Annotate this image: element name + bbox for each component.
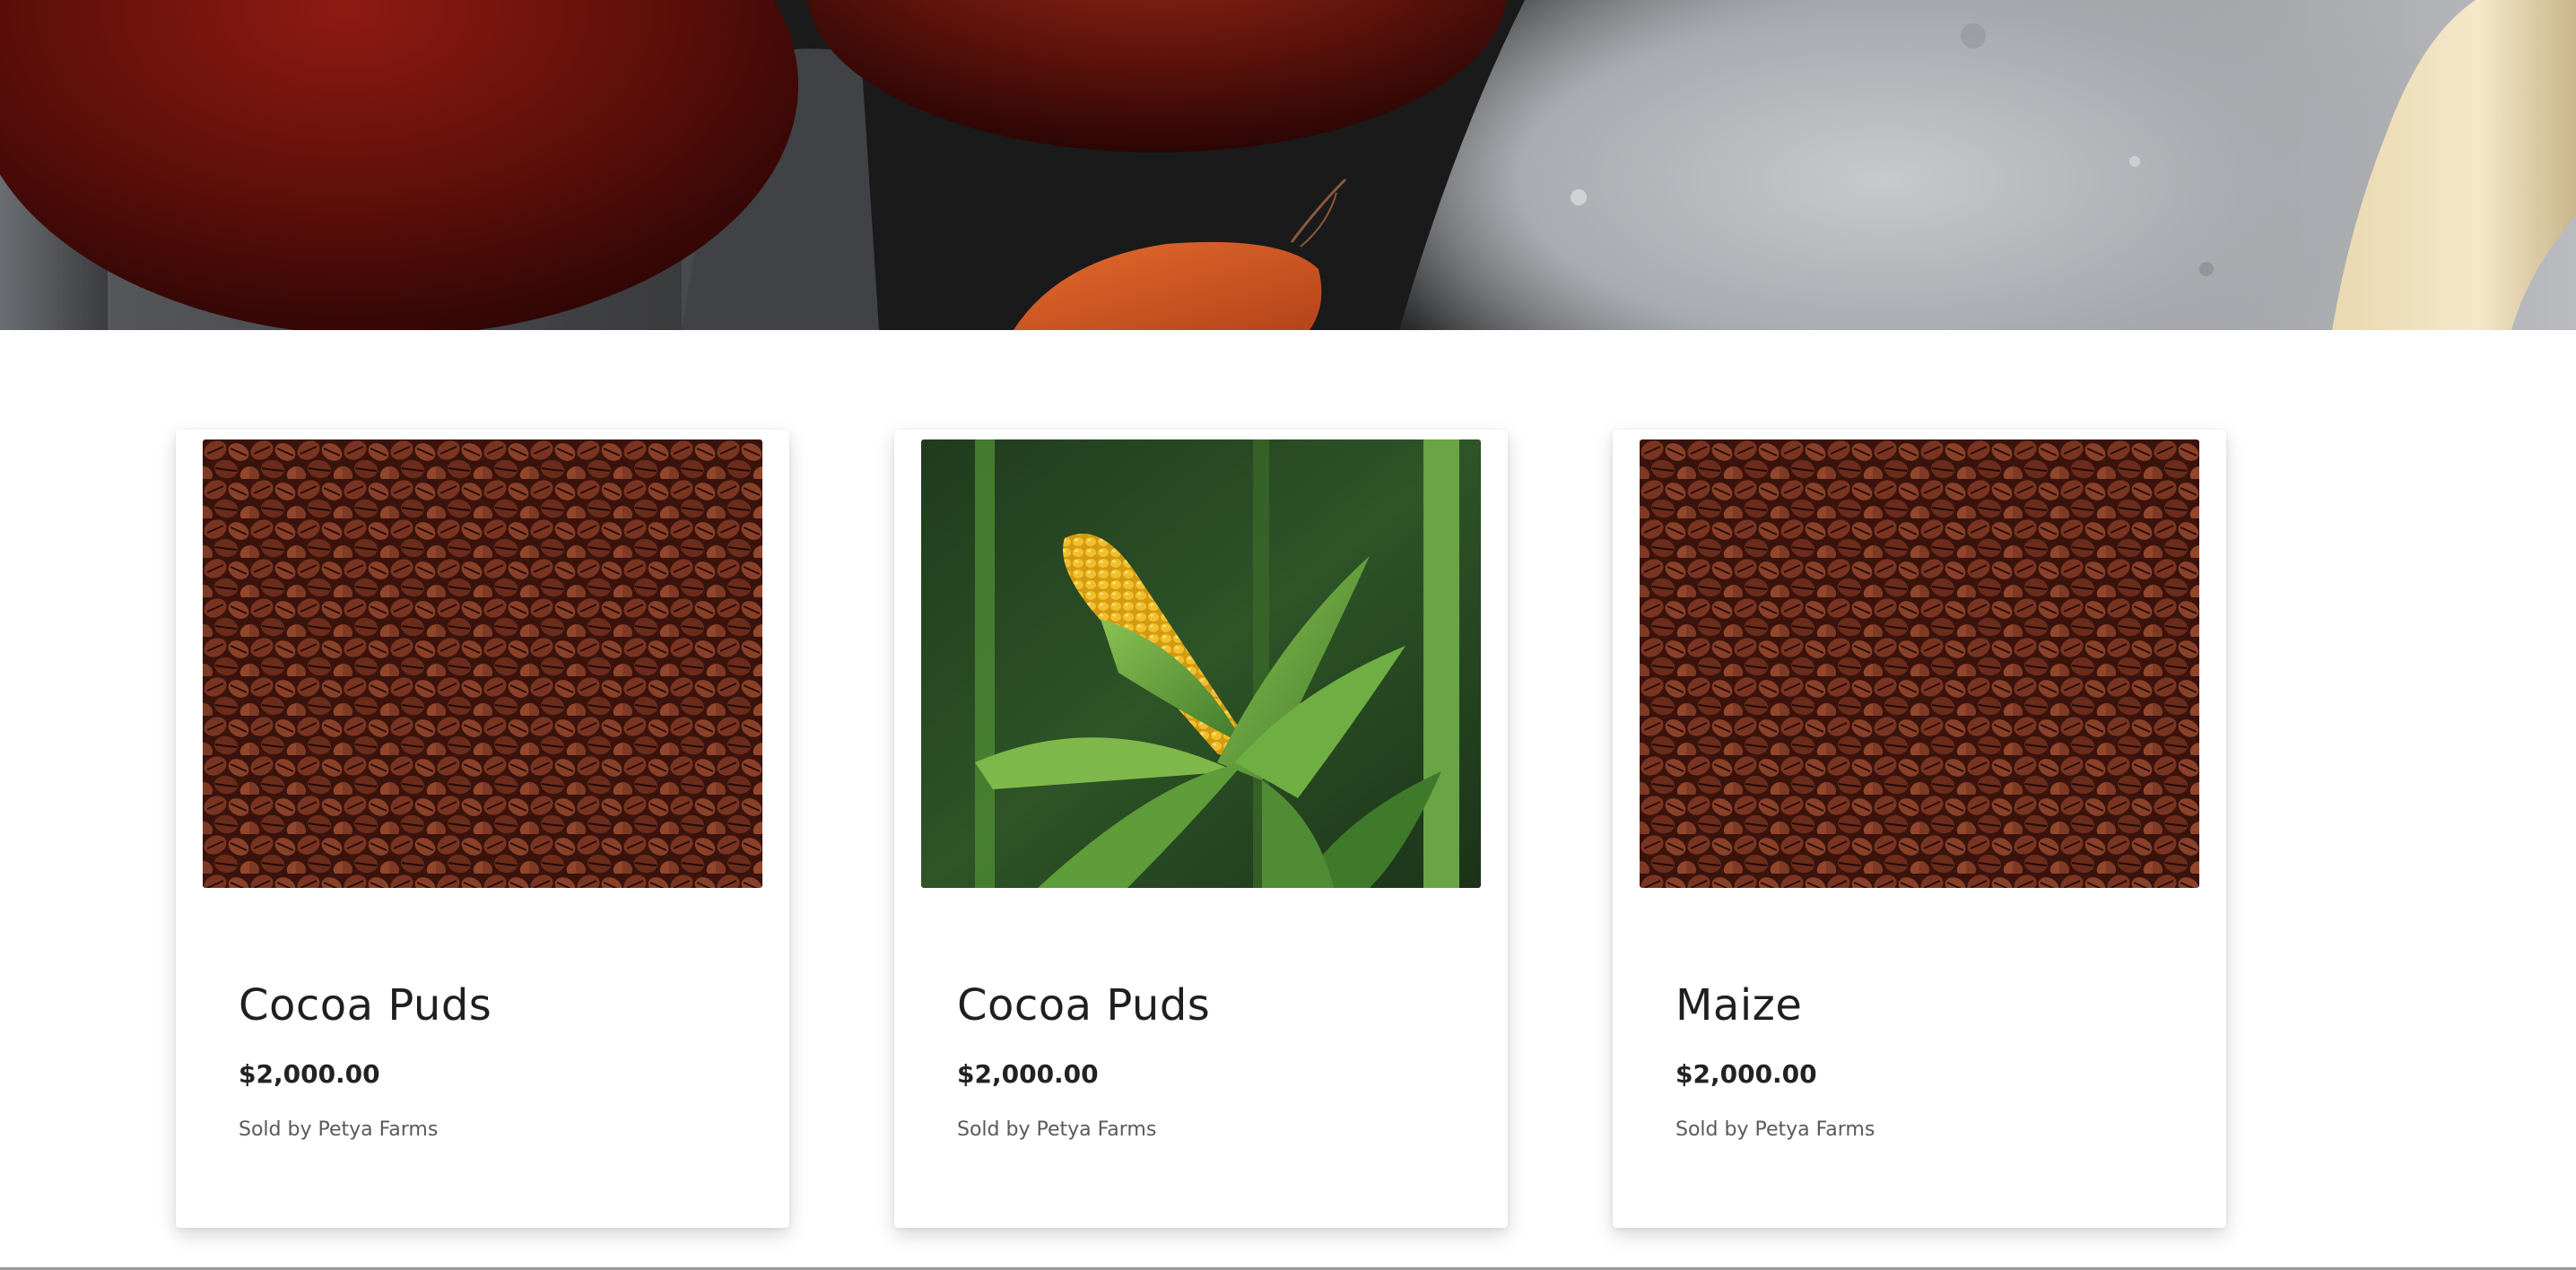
product-price: $2,000.00 bbox=[1675, 1059, 1817, 1089]
product-card[interactable]: Cocoa Puds $2,000.00 Sold by Petya Farms bbox=[894, 430, 1508, 1228]
product-listing-page: Cocoa Puds $2,000.00 Sold by Petya Farms bbox=[0, 0, 2576, 1270]
product-title[interactable]: Maize bbox=[1675, 980, 1802, 1031]
product-card[interactable]: Cocoa Puds $2,000.00 Sold by Petya Farms bbox=[176, 430, 789, 1228]
hero-banner-image bbox=[0, 0, 2576, 330]
coffee-beans-image[interactable] bbox=[203, 439, 762, 888]
product-seller: Sold by Petya Farms bbox=[239, 1118, 439, 1141]
product-seller: Sold by Petya Farms bbox=[1675, 1118, 1875, 1141]
product-title[interactable]: Cocoa Puds bbox=[957, 980, 1210, 1031]
product-card[interactable]: Maize $2,000.00 Sold by Petya Farms bbox=[1613, 430, 2226, 1228]
coffee-beans-photo bbox=[1640, 439, 2199, 888]
hero-vegetables-illustration bbox=[0, 0, 2576, 330]
product-price: $2,000.00 bbox=[239, 1059, 380, 1089]
product-title[interactable]: Cocoa Puds bbox=[239, 980, 492, 1031]
product-seller: Sold by Petya Farms bbox=[957, 1118, 1157, 1141]
corn-cob-image[interactable] bbox=[921, 439, 1481, 888]
corn-cob-photo bbox=[921, 439, 1481, 888]
coffee-beans-image[interactable] bbox=[1640, 439, 2199, 888]
product-price: $2,000.00 bbox=[957, 1059, 1099, 1089]
coffee-beans-photo bbox=[203, 439, 762, 888]
